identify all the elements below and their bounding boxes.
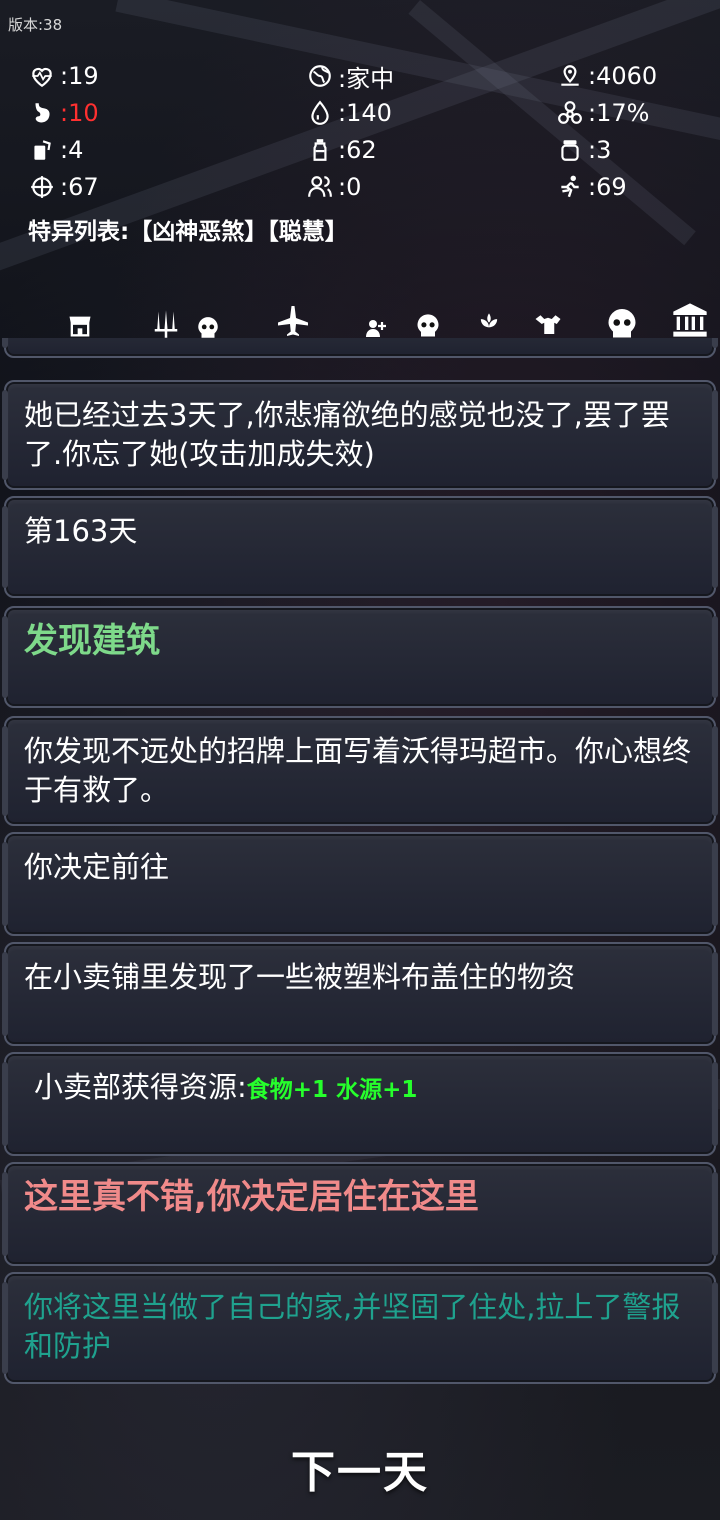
- crosshair-icon: [26, 173, 58, 201]
- stat-survivors: :0: [304, 171, 361, 203]
- log-entry: 你将这里当做了自己的家,并坚固了住处,拉上了警报和防护: [2, 1272, 718, 1384]
- log-entry: 这里真不错,你决定居住在这里: [2, 1162, 718, 1266]
- bottle-icon: [304, 136, 336, 164]
- traits-list: 特异列表:【凶神恶煞】【聪慧】: [28, 219, 348, 245]
- event-log[interactable]: 她已经过去3天了,你悲痛欲绝的感觉也没了,罢了罢了.你忘了她(攻击加成失效) 第…: [0, 338, 720, 1390]
- stat-water: :140: [304, 97, 392, 129]
- airplane-icon[interactable]: [272, 300, 314, 342]
- next-day-button[interactable]: 下一天: [0, 1436, 720, 1500]
- stat-aim: :67: [26, 171, 99, 203]
- resource-gain: 食物+1 水源+1: [246, 1077, 418, 1103]
- stat-bottles: :62: [304, 134, 377, 166]
- log-entry: 你发现不远处的招牌上面写着沃得玛超市。你心想终于有救了。: [2, 716, 718, 826]
- log-entry: 她已经过去3天了,你悲痛欲绝的感觉也没了,罢了罢了.你忘了她(攻击加成失效): [2, 380, 718, 490]
- bank-icon[interactable]: [666, 296, 714, 344]
- log-entry: 第163天: [2, 496, 718, 598]
- people-icon: [304, 173, 336, 201]
- stat-location: :家中: [304, 60, 394, 93]
- event-title: 发现建筑: [24, 621, 160, 661]
- stat-health: :19: [26, 60, 99, 92]
- running-icon: [554, 173, 586, 201]
- stomach-icon: [26, 99, 58, 127]
- log-entry: 在小卖铺里发现了一些被塑料布盖住的物资: [2, 942, 718, 1046]
- globe-icon: [304, 62, 336, 90]
- stat-food: :4: [26, 134, 83, 166]
- stat-hunger: :10: [26, 97, 99, 129]
- log-entry: 发现建筑: [2, 606, 718, 708]
- stat-distance: :4060: [554, 60, 657, 92]
- location-pin-icon: [554, 62, 586, 90]
- stat-jars: :3: [554, 134, 611, 166]
- biohazard-icon: [554, 99, 586, 127]
- log-entry: 你决定前往: [2, 832, 718, 936]
- jar-icon: [554, 136, 586, 164]
- log-entry: 小卖部获得资源:食物+1 水源+1: [2, 1052, 718, 1156]
- version-label: 版本:38: [8, 16, 63, 34]
- food-can-icon: [26, 136, 58, 164]
- log-entry-partial: [2, 338, 718, 358]
- heart-rate-icon: [26, 62, 58, 90]
- stat-infection: :17%: [554, 97, 649, 129]
- water-drop-icon: [304, 99, 336, 127]
- event-title: 这里真不错,你决定居住在这里: [24, 1177, 479, 1217]
- stat-agility: :69: [554, 171, 627, 203]
